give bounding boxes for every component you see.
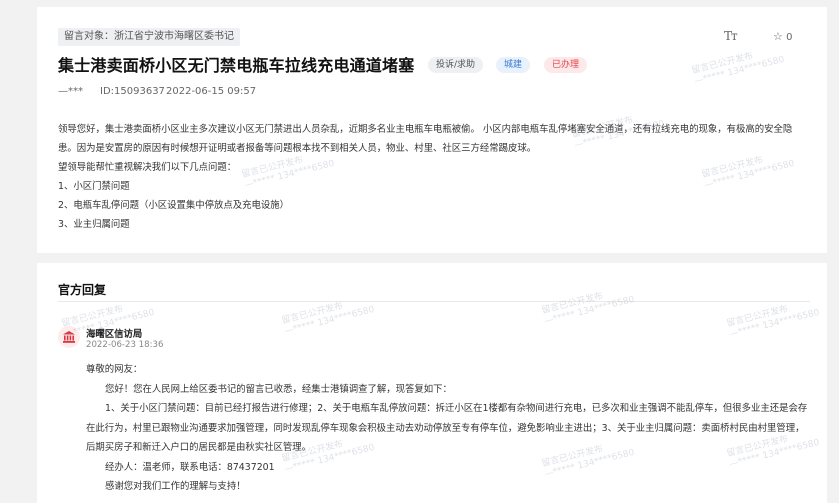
- reply-heading: 官方回复: [58, 283, 107, 297]
- author-name: —***: [58, 86, 83, 97]
- star-outline-icon: ☆: [773, 30, 783, 43]
- message-id: ID:15093637: [100, 86, 165, 97]
- type-tag: 投诉/求助: [428, 57, 484, 73]
- reply-body: 尊敬的网友： 您好！您在人民网上给区委书记的留言已收悉，经集士港镇调查了解，现答…: [86, 360, 812, 497]
- watermark: 留言已公开发布 —***** 134****6580: [725, 304, 821, 340]
- status-badge: 已办理: [544, 57, 588, 73]
- government-building-icon: [58, 326, 80, 348]
- reply-greeting: 尊敬的网友：: [86, 364, 143, 375]
- department-name: 海曙区信访局: [86, 329, 143, 340]
- message-card: 留言对象：浙江省宁波市海曙区委书记 Tт ☆ 0 集士港卖面桥小区无门禁电瓶车拉…: [37, 7, 827, 253]
- domain-tag: 城建: [496, 57, 531, 73]
- message-paragraph: 望领导能帮忙重视解决我们以下几点问题：: [58, 162, 237, 173]
- reply-thanks: 感谢您对我们工作的理解与支持！: [105, 481, 246, 492]
- message-title: 集士港卖面桥小区无门禁电瓶车拉线充电通道堵塞: [58, 56, 415, 75]
- favorite-count: 0: [786, 32, 793, 43]
- favorite-button[interactable]: ☆ 0: [773, 30, 792, 43]
- reply-detail: 1、关于小区门禁问题：目前已经打报告进行修理；2、关于电瓶车乱停放问题：拆迁小区…: [86, 403, 808, 453]
- official-reply-card: 官方回复 海曙区信访局 2022-06-23 18:36 尊敬的网友： 您好！您…: [37, 263, 827, 503]
- message-paragraph: 1、小区门禁问题: [58, 181, 130, 192]
- message-paragraph: 3、业主归属问题: [58, 219, 130, 230]
- reply-date: 2022-06-23 18:36: [86, 340, 164, 350]
- font-size-icon[interactable]: Tт: [724, 29, 738, 43]
- watermark: 留言已公开发布 —***** 134****6580: [690, 51, 786, 87]
- divider: [58, 301, 810, 302]
- reply-intro: 您好！您在人民网上给区委书记的留言已收悉，经集士港镇调查了解，现答复如下：: [105, 383, 452, 395]
- recipient-label: 留言对象：浙江省宁波市海曙区委书记: [58, 28, 240, 46]
- message-date: 2022-06-15 09:57: [166, 86, 257, 97]
- watermark: 留言已公开发布 —***** 134****6580: [540, 291, 636, 327]
- message-paragraph: 2、电瓶车乱停问题（小区设置集中停放点及充电设施）: [58, 200, 289, 211]
- message-body: 领导您好，集士港卖面桥小区业主多次建议小区无门禁进出人员杂乱，近期多名业主电瓶车…: [58, 120, 810, 234]
- message-paragraph: 领导您好，集士港卖面桥小区业主多次建议小区无门禁进出人员杂乱，近期多名业主电瓶车…: [58, 124, 793, 154]
- reply-contact: 经办人：温老师，联系电话：87437201: [105, 461, 275, 473]
